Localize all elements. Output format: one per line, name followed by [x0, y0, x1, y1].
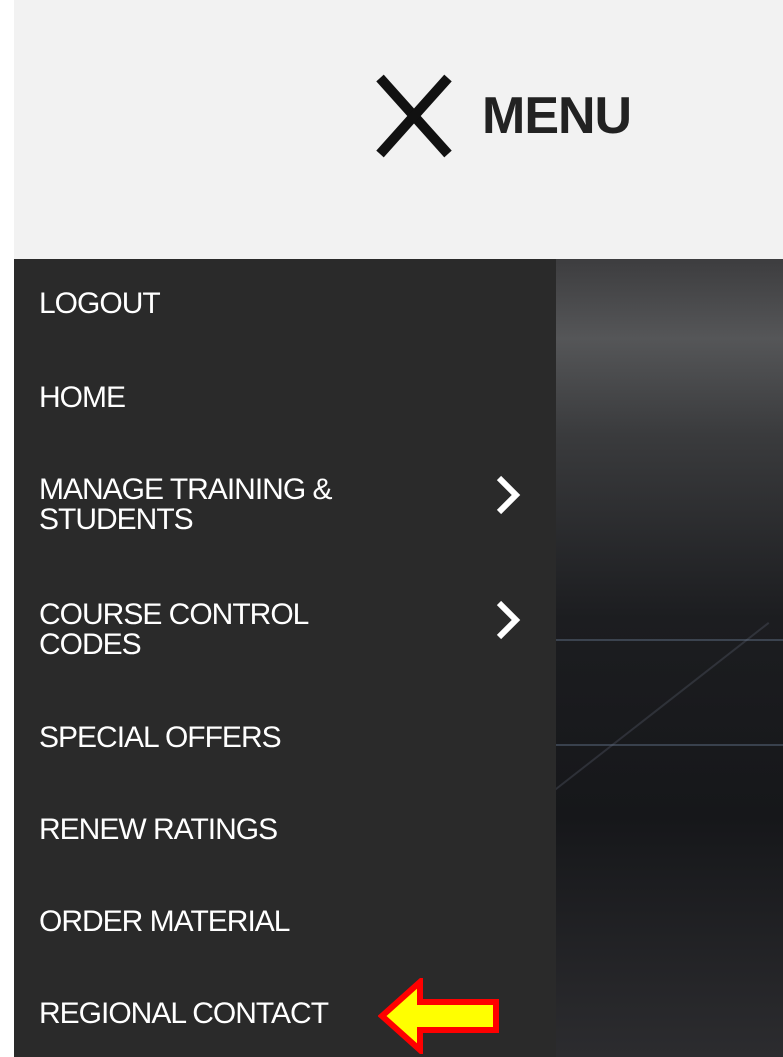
menu-label: MENU [482, 87, 632, 145]
side-menu-drawer: LOGOUT HOME MANAGE TRAINING & STUDENTS C… [14, 259, 556, 1057]
nav-item-label: COURSE CONTROL CODES [39, 598, 309, 661]
nav-item-manage-training-students[interactable]: MANAGE TRAINING & STUDENTS [14, 469, 556, 539]
close-menu-button[interactable]: MENU [366, 68, 632, 164]
chevron-right-icon [496, 475, 521, 515]
nav-item-label: HOME [39, 381, 126, 414]
close-x-icon [376, 74, 452, 158]
hero-background-image [556, 259, 783, 1057]
nav-item-label: MANAGE TRAINING & STUDENTS [39, 473, 332, 536]
nav-item-special-offers[interactable]: SPECIAL OFFERS [14, 717, 556, 761]
nav-item-home[interactable]: HOME [14, 377, 556, 421]
nav-item-label: SPECIAL OFFERS [39, 721, 282, 754]
chevron-right-icon [496, 600, 521, 640]
nav-item-label: REGIONAL CONTACT [39, 997, 329, 1030]
nav-item-renew-ratings[interactable]: RENEW RATINGS [14, 809, 556, 853]
nav-item-course-control-codes[interactable]: COURSE CONTROL CODES [14, 594, 556, 664]
nav-item-label: LOGOUT [39, 287, 161, 320]
left-arrow-icon [378, 978, 499, 1054]
nav-item-order-material[interactable]: ORDER MATERIAL [14, 901, 556, 945]
nav-item-logout[interactable]: LOGOUT [14, 283, 556, 327]
nav-item-label: RENEW RATINGS [39, 813, 278, 846]
nav-item-label: ORDER MATERIAL [39, 905, 290, 938]
